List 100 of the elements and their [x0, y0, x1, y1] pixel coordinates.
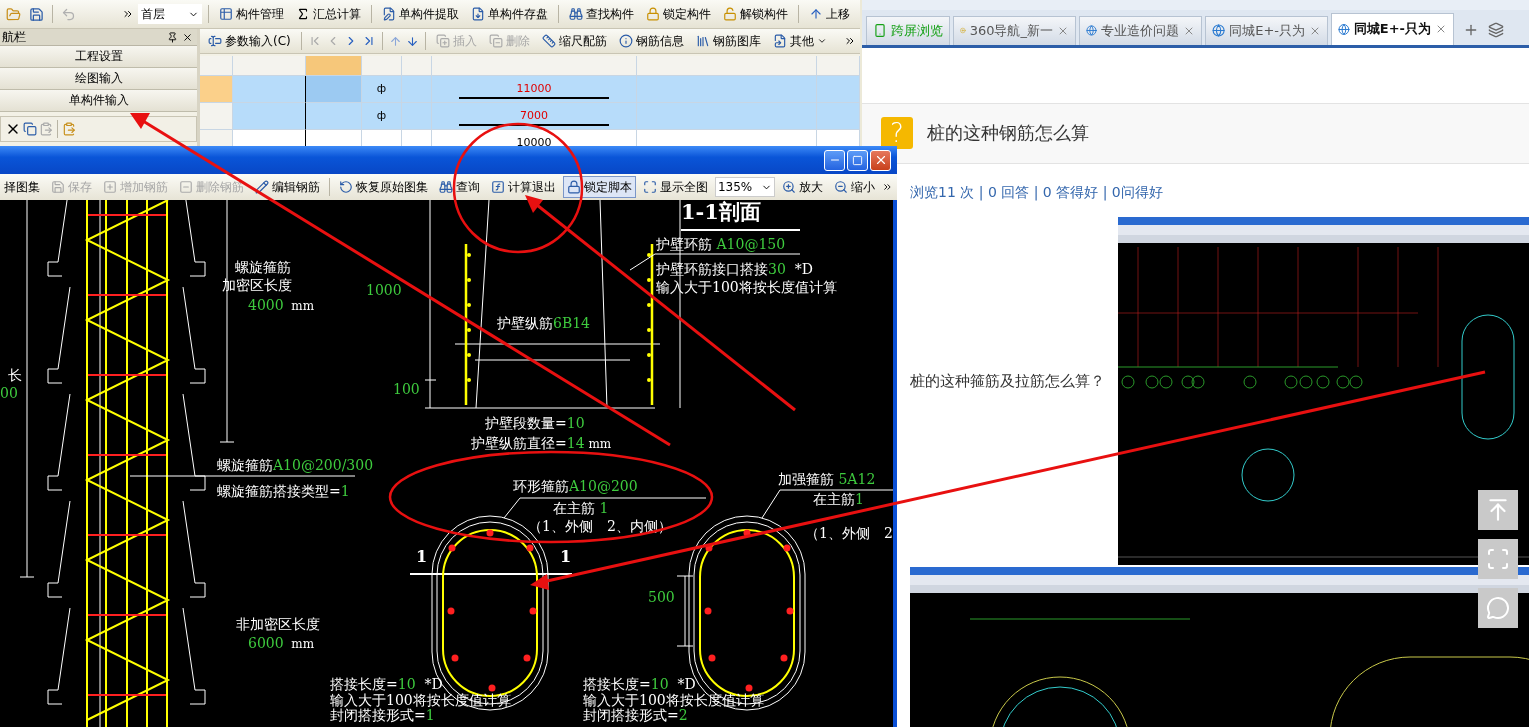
info-icon: [618, 34, 633, 48]
toolbar-button[interactable]: 锁定构件: [642, 3, 715, 25]
maximize-icon: [642, 180, 657, 194]
copy-icon[interactable]: [23, 122, 37, 136]
binoculars-icon: [569, 7, 583, 21]
table-cell: ф: [362, 103, 402, 130]
close-icon[interactable]: [182, 31, 193, 43]
drawing-label: 封闭搭接形式=1: [330, 707, 435, 723]
drawing-label: 在主筋1: [813, 491, 864, 507]
drawing-label: 1: [416, 546, 428, 566]
function-icon: [490, 180, 505, 194]
browser-tab[interactable]: 同城E+-只为: [1331, 12, 1454, 45]
drawing-label: 护壁纵筋直径=14 mm: [471, 435, 612, 451]
toolbar-button[interactable]: 锁定脚本: [562, 176, 636, 198]
table-cell: [402, 76, 432, 103]
move-up-icon[interactable]: [388, 34, 402, 48]
toolbar-button[interactable]: 计算退出: [486, 176, 560, 198]
toolbar-button[interactable]: 编辑钢筋: [251, 176, 324, 198]
toolbar-button[interactable]: 单构件提取: [378, 3, 463, 25]
toolbar-button[interactable]: 查找构件: [565, 3, 638, 25]
library-icon: [695, 34, 710, 48]
toolbar-button[interactable]: 汇总计算: [292, 3, 365, 25]
table-cell: 11000: [432, 76, 637, 103]
floor-select[interactable]: 首层: [138, 4, 202, 24]
question-title: 桩的这种钢筋怎么算: [927, 121, 1089, 146]
drawing-label: 加强箍筋 5A12: [778, 471, 876, 487]
sigma-icon: [296, 7, 310, 21]
drawing-label: 护壁环筋接口搭接30 *D: [656, 261, 813, 277]
toolbar-button[interactable]: 上移: [805, 3, 854, 25]
zoom-in-icon: [782, 180, 797, 194]
overflow-chevron-icon[interactable]: [844, 35, 856, 47]
table-cell: [306, 76, 362, 103]
minimize-button[interactable]: [824, 149, 845, 171]
toolbar-button[interactable]: 解锁构件: [719, 3, 792, 25]
add-copy-icon: [435, 34, 450, 48]
toolbar-button[interactable]: 参数输入(C): [204, 30, 295, 52]
paste-icon[interactable]: [62, 122, 76, 136]
tab-list-icon[interactable]: [1488, 21, 1504, 38]
drawing-label: 搭接长度=10 *D: [330, 676, 443, 692]
toolbar-button[interactable]: 缩尺配筋: [537, 30, 611, 52]
drawing-label: 输入大于100将按长度值计算: [656, 279, 837, 295]
column-header: [362, 56, 402, 76]
browser-tab[interactable]: 专业造价问题: [1079, 15, 1202, 45]
drawing-label: 1000: [366, 282, 402, 298]
ruler-icon: [541, 34, 556, 48]
nav-item[interactable]: 绘图输入: [0, 68, 197, 90]
drawing-label: 00: [0, 385, 18, 401]
minus-square-icon: [179, 180, 193, 194]
nav-item[interactable]: 工程设置: [0, 46, 197, 68]
drawing-label: 螺旋箍筋A10@200/300: [217, 457, 374, 473]
toolbar-button[interactable]: 显示全图: [638, 176, 712, 198]
pin-icon[interactable]: [167, 31, 178, 43]
toolbar-button[interactable]: 恢复原始图集: [334, 176, 432, 198]
table-icon: [219, 7, 233, 21]
plus-square-icon: [103, 180, 117, 194]
overflow-chevron-icon[interactable]: [122, 8, 134, 20]
nav-panel-title: 航栏: [2, 28, 26, 46]
table-cell: ф: [362, 76, 402, 103]
globe-icon: [1338, 21, 1350, 37]
close-button[interactable]: [870, 149, 891, 171]
comment-icon: [1486, 596, 1510, 620]
nav-item[interactable]: 单构件输入: [0, 90, 197, 112]
question-text: 桩的这种箍筋及拉筋怎么算？: [910, 371, 1106, 391]
overflow-chevron-icon[interactable]: [882, 181, 893, 193]
toolbar-button[interactable]: 其他: [768, 30, 831, 52]
question-badge: ?: [881, 117, 913, 150]
table-cell: 7000: [432, 103, 637, 130]
drawing-label: 6000 mm: [248, 635, 315, 651]
zoom-select[interactable]: 135%: [714, 177, 776, 197]
toolbar-button[interactable]: 钢筋信息: [614, 30, 688, 52]
drawing-label: 环形箍筋A10@200: [513, 478, 638, 494]
unlock-icon: [723, 7, 737, 21]
toolbar-button[interactable]: 单构件存盘: [467, 3, 552, 25]
lock-icon: [646, 7, 660, 21]
drawing-label: 封闭搭接形式=2: [583, 707, 688, 723]
browser-tab[interactable]: 360导航_新一: [953, 15, 1076, 45]
table-cell: [306, 103, 362, 130]
maximize-icon: [852, 154, 863, 166]
drawing-label: 螺旋箍筋搭接类型=1: [217, 483, 350, 499]
text-input-icon: [208, 34, 222, 48]
document-download-icon: [471, 7, 485, 21]
drawing-label: 4000 mm: [248, 297, 315, 313]
globe-icon: [1212, 23, 1226, 39]
drawing-label: 搭接长度=10 *D: [583, 676, 696, 692]
toolbar-button[interactable]: 构件管理: [215, 3, 288, 25]
table-cell: [402, 103, 432, 130]
toolbar-button[interactable]: 钢筋图库: [691, 30, 765, 52]
drawing-label: 1: [560, 546, 572, 566]
toolbar-button[interactable]: 放大: [778, 176, 828, 198]
toolbar-button[interactable]: 择图集: [0, 176, 44, 198]
move-down-icon[interactable]: [405, 34, 419, 48]
drawing-label: 护壁纵筋6B14: [497, 315, 590, 331]
maximize-button[interactable]: [847, 149, 868, 171]
toolbar-button[interactable]: 缩小: [830, 176, 880, 198]
toolbar-button[interactable]: 查询: [434, 176, 484, 198]
browser-tab[interactable]: 同城E+-只为: [1205, 15, 1328, 45]
binoculars-icon: [438, 180, 453, 194]
drawing-label: 加密区长度: [222, 277, 292, 293]
drawing-label: 护壁段数量=10: [485, 415, 585, 431]
question-stats: 浏览11 次 | 0 回答 | 0 答得好 | 0问得好: [910, 184, 1164, 202]
